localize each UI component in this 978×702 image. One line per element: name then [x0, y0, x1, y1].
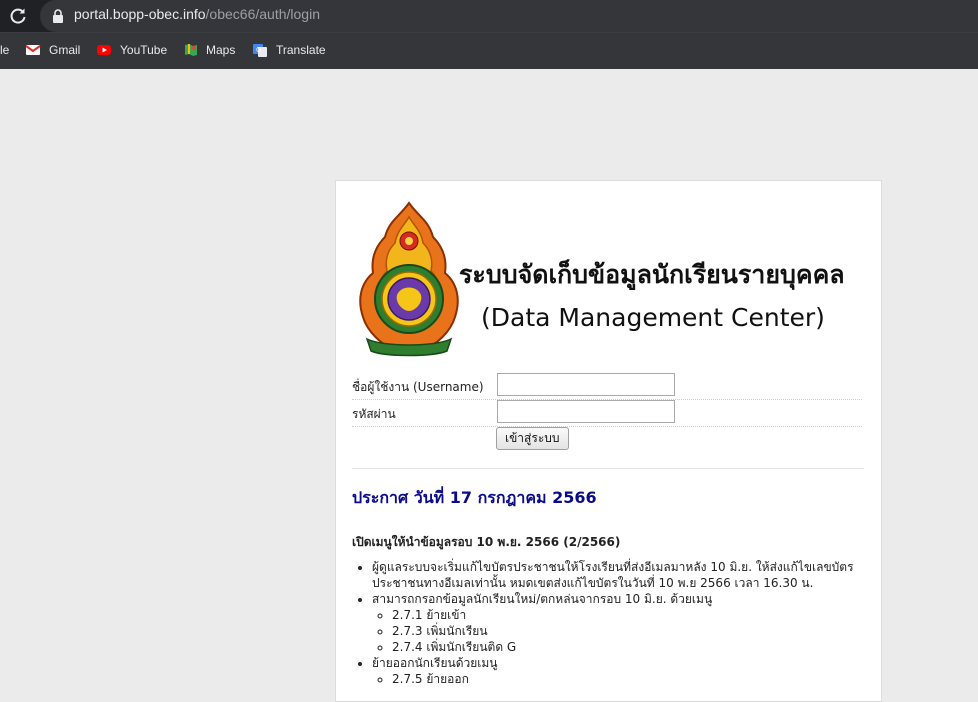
- list-subitem: 2.7.4 เพิ่มนักเรียนติด G: [392, 639, 862, 655]
- password-input[interactable]: [497, 400, 675, 423]
- reload-icon[interactable]: [8, 6, 28, 26]
- username-row: ชื่อผู้ใช้งาน (Username): [352, 373, 862, 400]
- list-item: สามารถกรอกข้อมูลนักเรียนใหม่/ตกหล่นจากรอ…: [372, 591, 862, 655]
- bookmark-gmail[interactable]: Gmail: [49, 43, 80, 59]
- system-title-english: (Data Management Center): [481, 303, 825, 332]
- gmail-icon: [25, 45, 41, 55]
- list-subitem: 2.7.1 ย้ายเข้า: [392, 607, 862, 623]
- login-card: ระบบจัดเก็บข้อมูลนักเรียนรายบุคคล (Data …: [335, 180, 882, 702]
- announcement-subtitle: เปิดเมนูให้นำข้อมูลรอบ 10 พ.ย. 2566 (2/2…: [352, 535, 621, 549]
- login-button[interactable]: เข้าสู่ระบบ: [496, 427, 569, 450]
- obec-emblem-logo: [359, 201, 459, 357]
- password-row: รหัสผ่าน: [352, 400, 862, 427]
- username-label: ชื่อผู้ใช้งาน (Username): [352, 380, 484, 394]
- bookmarks-bar: le Gmail YouTube Maps G Translate: [0, 32, 978, 69]
- announcement-title: ประกาศ วันที่ 17 กรกฎาคม 2566: [352, 488, 597, 507]
- list-subitem: 2.7.3 เพิ่มนักเรียน: [392, 623, 862, 639]
- bookmark-translate[interactable]: Translate: [276, 43, 326, 59]
- bookmark-maps[interactable]: Maps: [206, 43, 235, 59]
- bookmark-youtube[interactable]: YouTube: [120, 43, 167, 59]
- translate-icon: G: [253, 44, 267, 57]
- bookmark-le[interactable]: le: [0, 43, 9, 59]
- announcement-list: ผู้ดูแลระบบจะเริ่มแก้ไขบัตรประชาชนให้โรง…: [352, 559, 862, 687]
- url-text: portal.bopp-obec.info/obec66/auth/login: [74, 6, 320, 22]
- password-label: รหัสผ่าน: [352, 407, 396, 421]
- browser-topbar: portal.bopp-obec.info/obec66/auth/login: [0, 0, 978, 32]
- list-subitem: 2.7.5 ย้ายออก: [392, 671, 862, 687]
- list-item: ย้ายออกนักเรียนด้วยเมนู 2.7.5 ย้ายออก: [372, 655, 862, 687]
- youtube-icon: [97, 45, 111, 55]
- list-item: ผู้ดูแลระบบจะเริ่มแก้ไขบัตรประชาชนให้โรง…: [372, 559, 862, 591]
- lock-icon[interactable]: [52, 9, 64, 23]
- system-title-thai: ระบบจัดเก็บข้อมูลนักเรียนรายบุคคล: [459, 260, 845, 289]
- username-input[interactable]: [497, 373, 675, 396]
- maps-icon: [185, 44, 197, 56]
- divider: [352, 468, 864, 469]
- svg-text:G: G: [256, 46, 261, 54]
